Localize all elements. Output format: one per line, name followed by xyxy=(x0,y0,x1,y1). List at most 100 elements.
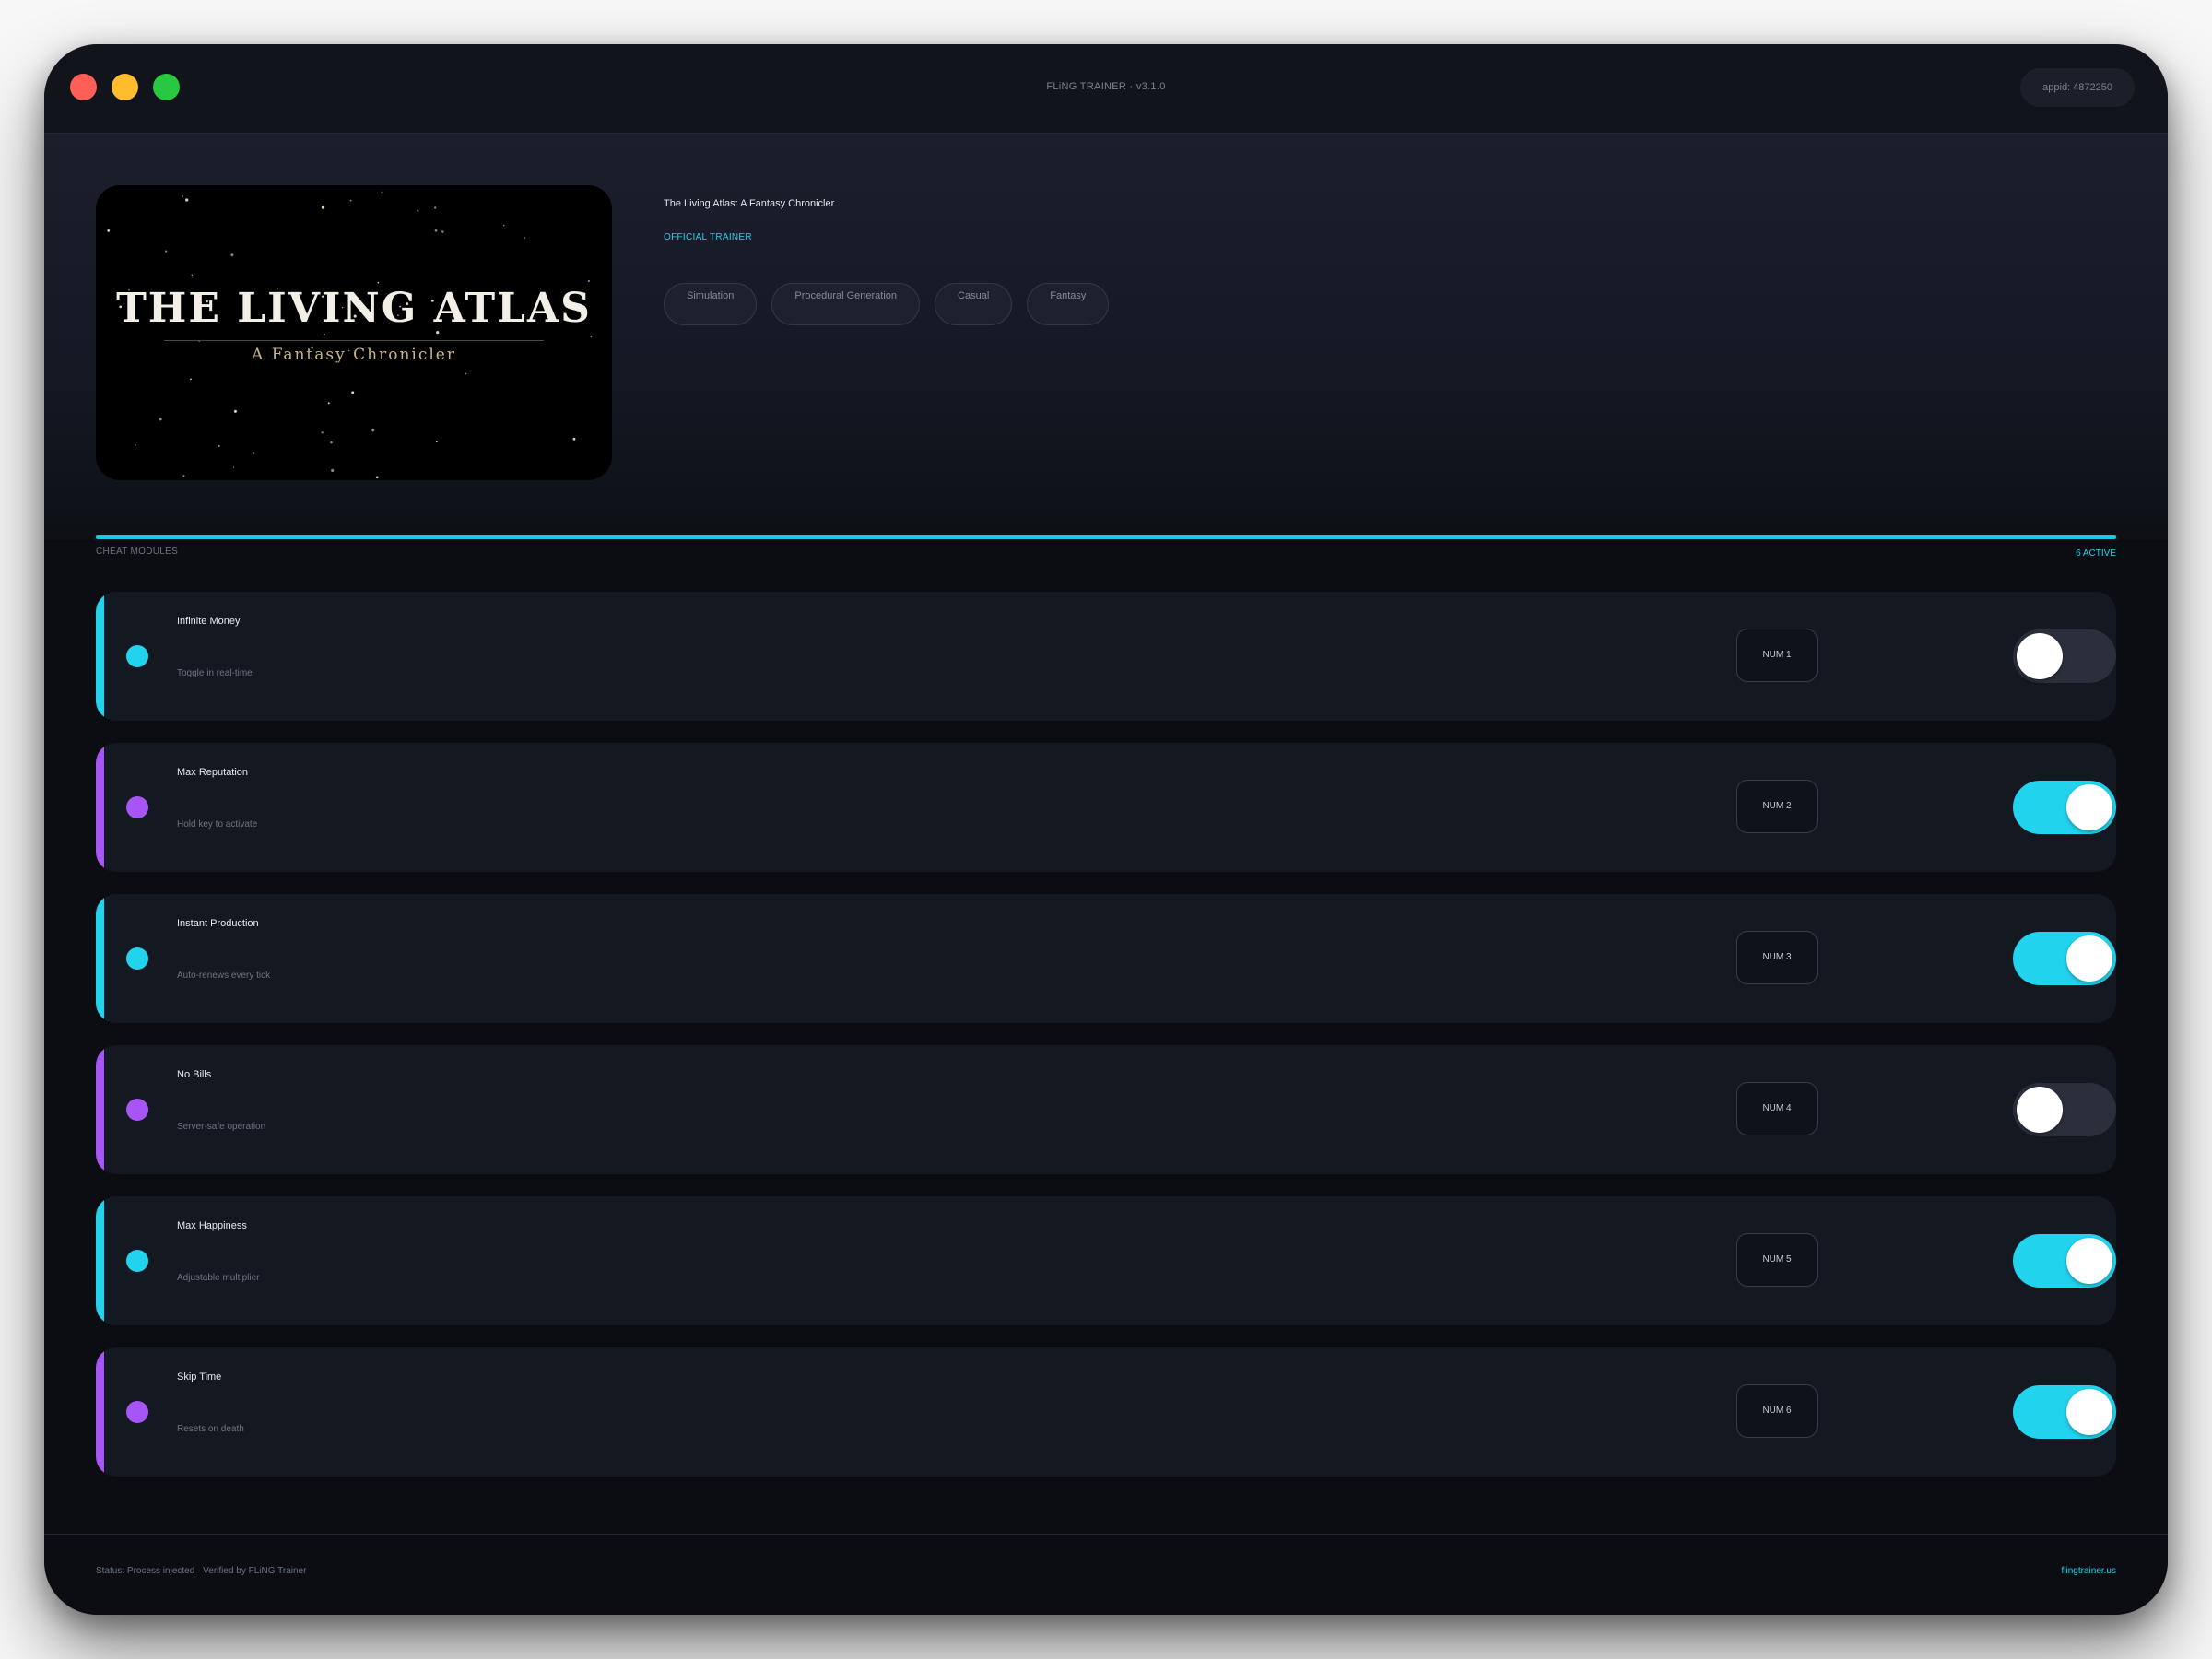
module-toggle[interactable] xyxy=(2013,781,2116,834)
cheat-module-row: No Bills Server-safe operation NUM 4 xyxy=(96,1045,2116,1174)
module-name: Skip Time xyxy=(177,1371,222,1382)
cover-title: THE LIVING ATLAS xyxy=(116,285,592,332)
star-dot xyxy=(185,198,189,202)
star-dot xyxy=(252,452,255,454)
star-dot xyxy=(381,191,383,194)
star-dot xyxy=(417,209,419,212)
module-description: Auto-renews every tick xyxy=(177,971,271,981)
genre-tags: Simulation Procedural Generation Casual … xyxy=(664,283,1110,325)
star-dot xyxy=(135,444,136,446)
toggle-knob xyxy=(2066,935,2112,982)
cover-subtitle: A Fantasy Chronicler xyxy=(252,346,456,364)
module-description: Hold key to activate xyxy=(177,819,258,830)
module-name: Infinite Money xyxy=(177,616,241,627)
star-dot xyxy=(107,229,111,232)
active-count: 6 ACTIVE xyxy=(2076,548,2116,559)
footer: Status: Process injected · Verified by F… xyxy=(44,1534,2168,1615)
star-dot xyxy=(502,224,505,227)
section-label: CHEAT MODULES xyxy=(96,547,179,557)
star-dot xyxy=(590,335,592,338)
star-dot xyxy=(182,195,184,197)
module-description: Adjustable multiplier xyxy=(177,1273,260,1283)
game-cover-art: THE LIVING ATLAS A Fantasy Chronicler xyxy=(96,185,612,480)
genre-tag[interactable]: Simulation xyxy=(664,283,758,325)
star-dot xyxy=(371,429,375,432)
module-toggle[interactable] xyxy=(2013,629,2116,683)
cheat-module-row: Max Reputation Hold key to activate NUM 2 xyxy=(96,743,2116,872)
module-status-dot xyxy=(126,1250,148,1272)
hotkey-badge[interactable]: NUM 1 xyxy=(1736,629,1818,682)
hotkey-badge[interactable]: NUM 5 xyxy=(1736,1233,1818,1287)
starfield-decoration xyxy=(107,191,592,479)
toggle-knob xyxy=(2066,784,2112,830)
star-dot xyxy=(324,334,325,335)
hotkey-badge[interactable]: NUM 2 xyxy=(1736,780,1818,833)
star-dot xyxy=(230,253,234,257)
official-trainer-badge: OFFICIAL TRAINER xyxy=(664,232,752,242)
star-dot xyxy=(587,279,590,283)
title-bar: FLiNG TRAINER · v3.1.0 appid: 4872250 xyxy=(44,44,2168,134)
star-dot xyxy=(465,372,467,375)
module-accent-bar xyxy=(96,592,104,721)
star-dot xyxy=(190,378,192,381)
star-dot xyxy=(182,475,185,477)
star-dot xyxy=(435,441,438,443)
star-dot xyxy=(165,250,168,253)
toggle-knob xyxy=(2066,1238,2112,1284)
game-header: THE LIVING ATLAS A Fantasy Chronicler Th… xyxy=(44,134,2168,539)
module-name: Instant Production xyxy=(177,918,259,929)
star-dot xyxy=(349,199,352,202)
star-dot xyxy=(375,476,379,479)
module-name: No Bills xyxy=(177,1069,212,1080)
module-accent-bar xyxy=(96,894,104,1023)
star-dot xyxy=(321,206,325,209)
module-accent-bar xyxy=(96,1347,104,1477)
game-title: The Living Atlas: A Fantasy Chronicler xyxy=(664,198,835,209)
star-dot xyxy=(191,274,193,276)
module-name: Max Happiness xyxy=(177,1220,247,1231)
star-dot xyxy=(327,402,330,405)
genre-tag[interactable]: Procedural Generation xyxy=(771,283,921,325)
star-dot xyxy=(232,466,235,468)
star-dot xyxy=(434,206,437,209)
genre-tag[interactable]: Fantasy xyxy=(1027,283,1110,325)
cheat-module-row: Instant Production Auto-renews every tick… xyxy=(96,894,2116,1023)
module-description: Server-safe operation xyxy=(177,1122,266,1132)
module-toggle[interactable] xyxy=(2013,932,2116,985)
cheat-module-row: Max Happiness Adjustable multiplier NUM 5 xyxy=(96,1196,2116,1325)
star-dot xyxy=(351,391,355,394)
module-toggle[interactable] xyxy=(2013,1234,2116,1288)
section-divider xyxy=(96,535,2116,539)
module-description: Toggle in real-time xyxy=(177,668,253,678)
star-dot xyxy=(572,437,576,441)
star-dot xyxy=(434,229,438,232)
cover-divider xyxy=(164,340,544,341)
star-dot xyxy=(330,441,333,444)
star-dot xyxy=(233,409,237,413)
toggle-knob xyxy=(2017,633,2063,679)
trainer-window: FLiNG TRAINER · v3.1.0 appid: 4872250 TH… xyxy=(44,44,2168,1615)
star-dot xyxy=(159,418,162,421)
star-dot xyxy=(321,431,324,434)
hotkey-badge[interactable]: NUM 3 xyxy=(1736,931,1818,984)
appid-badge: appid: 4872250 xyxy=(2020,68,2135,107)
module-status-dot xyxy=(126,1099,148,1121)
module-status-dot xyxy=(126,645,148,667)
module-name: Max Reputation xyxy=(177,767,249,778)
website-link[interactable]: flingtrainer.us xyxy=(2062,1566,2116,1576)
hotkey-badge[interactable]: NUM 4 xyxy=(1736,1082,1818,1135)
module-toggle[interactable] xyxy=(2013,1385,2116,1439)
module-status-dot xyxy=(126,796,148,818)
status-text: Status: Process injected · Verified by F… xyxy=(96,1566,307,1576)
module-description: Resets on death xyxy=(177,1424,244,1434)
hotkey-badge[interactable]: NUM 6 xyxy=(1736,1384,1818,1438)
cheat-module-row: Skip Time Resets on death NUM 6 xyxy=(96,1347,2116,1477)
module-status-dot xyxy=(126,1401,148,1423)
star-dot xyxy=(218,444,220,448)
module-accent-bar xyxy=(96,1196,104,1325)
genre-tag[interactable]: Casual xyxy=(935,283,1013,325)
module-toggle[interactable] xyxy=(2013,1083,2116,1136)
toggle-knob xyxy=(2066,1389,2112,1435)
star-dot xyxy=(331,468,335,473)
star-dot xyxy=(377,281,380,284)
